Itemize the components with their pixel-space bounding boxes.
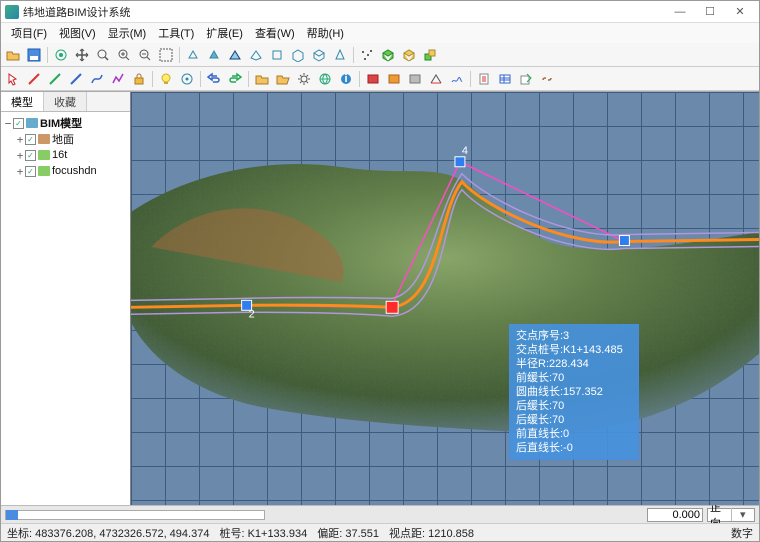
tab-model[interactable]: 模型: [1, 92, 44, 111]
tree-node-16t[interactable]: +✓ 16t: [3, 147, 128, 163]
svg-text:4: 4: [462, 145, 468, 157]
toolbar-2: i: [1, 67, 759, 91]
layer-red-icon[interactable]: [363, 69, 383, 89]
bulb-icon[interactable]: [156, 69, 176, 89]
tree-root[interactable]: −✓ BIM模型: [3, 115, 128, 131]
tooltip-line: 交点序号:3: [516, 329, 632, 343]
status-mode: 数字: [731, 525, 753, 541]
line-green-icon[interactable]: [45, 69, 65, 89]
zoom-window-icon[interactable]: [93, 45, 113, 65]
folder-open-icon[interactable]: [273, 69, 293, 89]
tooltip-line: 后缓长:70: [516, 399, 632, 413]
box-yellow-icon[interactable]: [399, 45, 419, 65]
undo-icon[interactable]: [204, 69, 224, 89]
menu-browse[interactable]: 查看(W): [249, 23, 301, 43]
minimize-button[interactable]: —: [665, 4, 695, 20]
shaded-edges-icon[interactable]: [225, 45, 245, 65]
toolbar-1: [1, 43, 759, 67]
profile-icon[interactable]: [447, 69, 467, 89]
target-icon[interactable]: [177, 69, 197, 89]
tree-node-focushdn[interactable]: +✓ focushdn: [3, 163, 128, 179]
view-side-icon[interactable]: [288, 45, 308, 65]
tooltip-line: 交点桩号:K1+143.485: [516, 343, 632, 357]
line-blue-icon[interactable]: [66, 69, 86, 89]
road-alignment: 2 4: [131, 92, 759, 501]
menu-help[interactable]: 帮助(H): [301, 23, 350, 43]
maximize-button[interactable]: ☐: [695, 4, 725, 20]
orbit-icon[interactable]: [51, 45, 71, 65]
menubar: 项目(F) 视图(V) 显示(M) 工具(T) 扩展(E) 查看(W) 帮助(H…: [1, 23, 759, 43]
shaded-icon[interactable]: [204, 45, 224, 65]
view-front-icon[interactable]: [267, 45, 287, 65]
value-input[interactable]: [647, 508, 703, 522]
chevron-down-icon: ▾: [731, 508, 755, 521]
tooltip-line: 半径R:228.434: [516, 357, 632, 371]
line-red-icon[interactable]: [24, 69, 44, 89]
zoom-extents-icon[interactable]: [156, 45, 176, 65]
tooltip-line: 后直线长:-0: [516, 441, 632, 455]
app-icon: [5, 5, 19, 19]
curve-icon[interactable]: [87, 69, 107, 89]
point-info-tooltip: 交点序号:3 交点桩号:K1+143.485 半径R:228.434 前缓长:7…: [509, 324, 639, 460]
zoom-out-icon[interactable]: [135, 45, 155, 65]
save-icon[interactable]: [24, 45, 44, 65]
redo-icon[interactable]: [225, 69, 245, 89]
view-top-icon[interactable]: [246, 45, 266, 65]
wireframe-icon[interactable]: [183, 45, 203, 65]
timeline-slider[interactable]: [5, 510, 265, 520]
layer-orange-icon[interactable]: [384, 69, 404, 89]
sidebar: 模型 收藏 −✓ BIM模型 +✓ 地面 +✓ 16t +✓ focu: [1, 92, 131, 505]
layer-gray-icon[interactable]: [405, 69, 425, 89]
menu-tools[interactable]: 工具(T): [152, 23, 200, 43]
status-coord: 坐标: 483376.208, 4732326.572, 494.374: [7, 525, 209, 541]
points-icon[interactable]: [357, 45, 377, 65]
table-icon[interactable]: [495, 69, 515, 89]
slider-thumb[interactable]: [6, 510, 18, 520]
sidebar-tabs: 模型 收藏: [1, 92, 130, 112]
tab-favorites[interactable]: 收藏: [44, 92, 87, 111]
polyline-icon[interactable]: [108, 69, 128, 89]
tooltip-line: 前缓长:70: [516, 371, 632, 385]
info-icon[interactable]: i: [336, 69, 356, 89]
model-tree[interactable]: −✓ BIM模型 +✓ 地面 +✓ 16t +✓ focushdn: [1, 112, 130, 505]
select-icon[interactable]: [3, 69, 23, 89]
tooltip-line: 前直线长:0: [516, 427, 632, 441]
tooltip-line: 圆曲线长:157.352: [516, 385, 632, 399]
pan-icon[interactable]: [72, 45, 92, 65]
window-title: 纬地道路BIM设计系统: [23, 4, 665, 20]
section-icon[interactable]: [426, 69, 446, 89]
tooltip-line: 后缓长:70: [516, 413, 632, 427]
direction-combo[interactable]: 正向▾: [707, 508, 755, 522]
status-chainage: 桩号: K1+133.934: [219, 525, 307, 541]
view-persp-icon[interactable]: [330, 45, 350, 65]
menu-view[interactable]: 视图(V): [53, 23, 102, 43]
menu-extend[interactable]: 扩展(E): [200, 23, 249, 43]
titlebar: 纬地道路BIM设计系统 — ☐ ✕: [1, 1, 759, 23]
close-button[interactable]: ✕: [725, 4, 755, 20]
export-icon[interactable]: [516, 69, 536, 89]
report-icon[interactable]: [474, 69, 494, 89]
menu-display[interactable]: 显示(M): [102, 23, 153, 43]
box-green-icon[interactable]: [378, 45, 398, 65]
3d-viewport[interactable]: 2 4 交点序号:3 交点桩号:K1+143.485 半径R:228.434 前…: [131, 92, 759, 505]
tree-node-terrain[interactable]: +✓ 地面: [3, 131, 128, 147]
settings-icon[interactable]: [294, 69, 314, 89]
box-stack-icon[interactable]: [420, 45, 440, 65]
globe-icon[interactable]: [315, 69, 335, 89]
folder-icon[interactable]: [252, 69, 272, 89]
lock-icon[interactable]: [129, 69, 149, 89]
zoom-in-icon[interactable]: [114, 45, 134, 65]
open-icon[interactable]: [3, 45, 23, 65]
svg-text:2: 2: [249, 308, 255, 320]
status-offset: 偏距: 37.551: [317, 525, 379, 541]
menu-file[interactable]: 项目(F): [5, 23, 53, 43]
view-iso-icon[interactable]: [309, 45, 329, 65]
bottom-bar: 正向▾: [1, 505, 759, 523]
svg-text:i: i: [344, 73, 347, 85]
statusbar: 坐标: 483376.208, 4732326.572, 494.374 桩号:…: [1, 523, 759, 541]
status-viewdist: 视点距: 1210.858: [389, 525, 474, 541]
chain-icon[interactable]: [537, 69, 557, 89]
